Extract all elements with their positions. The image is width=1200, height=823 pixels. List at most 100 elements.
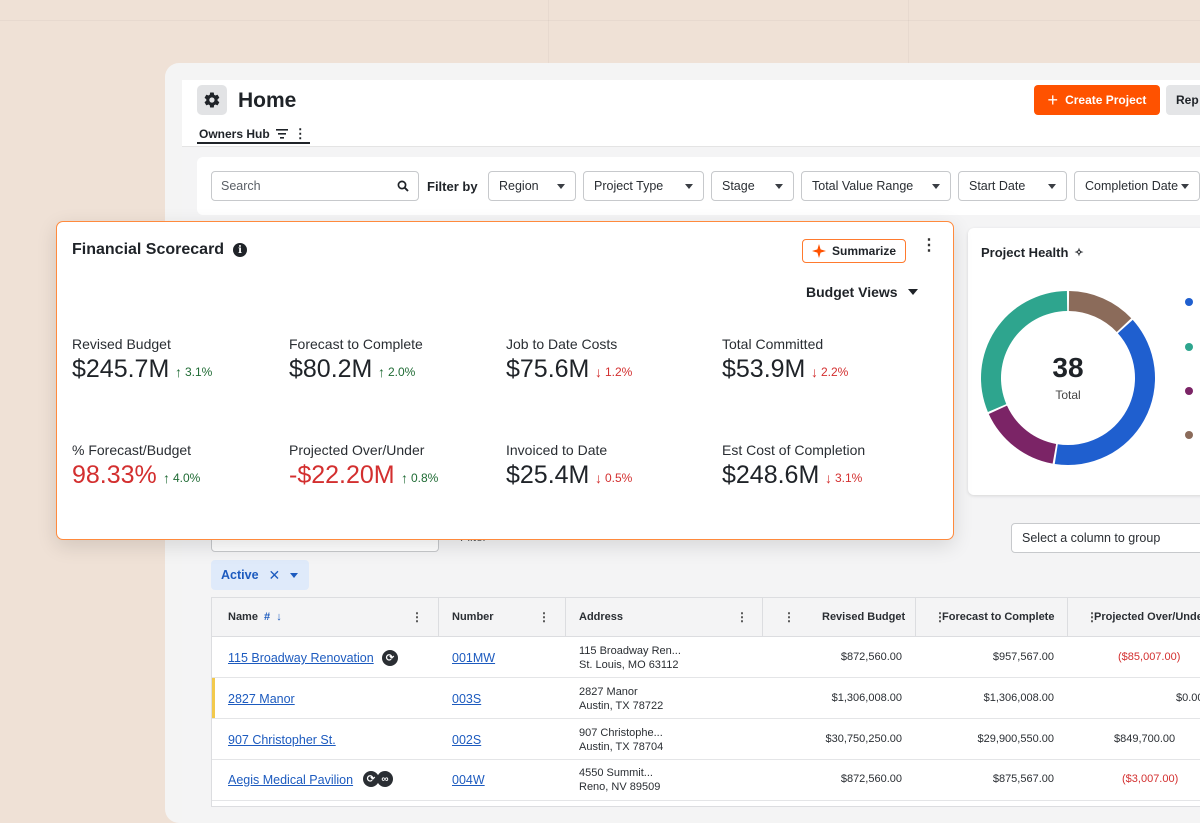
over-under-cell: ($85,007.00): [1118, 651, 1181, 663]
column-header-projected-over-under[interactable]: Projected Over/Under: [1094, 611, 1200, 623]
chevron-down-icon: [1181, 183, 1189, 189]
forecast-cell: $29,900,550.00: [977, 733, 1054, 745]
delta-value: 2.2%: [821, 365, 849, 379]
project-health-title: Project Health ✧: [981, 245, 1084, 260]
region-dropdown[interactable]: Region: [488, 171, 576, 201]
metric-label: Projected Over/Under: [289, 442, 425, 458]
metric-label: Invoiced to Date: [506, 442, 608, 458]
metric-value: $80.2M: [289, 355, 373, 383]
legend-dot: [1185, 431, 1193, 439]
dropdown-label: Project Type: [594, 179, 664, 193]
completion-date-dropdown[interactable]: Completion Date: [1074, 171, 1200, 201]
legend-dot: [1185, 343, 1193, 351]
delta-value: 4.0%: [173, 471, 201, 485]
scorecard-title: Financial Scorecard i: [72, 241, 248, 259]
metric-delta: ↑ 4.0%: [163, 470, 200, 486]
donut-total-label: Total: [1055, 388, 1081, 402]
forecast-cell: $875,567.00: [992, 773, 1054, 785]
chip-label: Active: [221, 568, 259, 582]
column-divider: [438, 598, 439, 636]
donut-total-value: 38: [1052, 352, 1084, 383]
address-line2: St. Louis, MO 63112: [579, 659, 679, 671]
column-header-number[interactable]: Number: [452, 611, 494, 623]
metric-delta: ↓ 1.2%: [595, 364, 632, 380]
total-value-range-dropdown[interactable]: Total Value Range: [801, 171, 951, 201]
chevron-down-icon: [775, 183, 783, 189]
project-type-dropdown[interactable]: Project Type: [583, 171, 704, 201]
group-by-select[interactable]: Select a column to group: [1011, 523, 1200, 553]
delta-value: 2.0%: [388, 365, 416, 379]
active-filter-chip[interactable]: Active ✕: [211, 560, 309, 590]
dropdown-label: Start Date: [969, 179, 1026, 193]
address-line1: 115 Broadway Ren...: [579, 645, 681, 657]
revised-budget-cell: $872,560.00: [840, 773, 902, 785]
donut-segment[interactable]: [1068, 291, 1132, 333]
dropdown-label: Stage: [722, 179, 755, 193]
arrow-down-icon: ↓: [595, 364, 602, 380]
link-icon: ∞: [377, 771, 393, 787]
summarize-button[interactable]: Summarize: [802, 239, 906, 263]
column-divider: [762, 598, 763, 636]
kebab-icon[interactable]: ⋮: [411, 610, 423, 624]
kebab-icon[interactable]: ⋮: [921, 238, 937, 254]
summarize-label: Summarize: [831, 244, 897, 258]
project-name-link[interactable]: Aegis Medical Pavilion: [228, 773, 353, 787]
kebab-icon[interactable]: ⋮: [294, 126, 307, 142]
sparkle-icon: [811, 244, 826, 258]
arrow-down-icon[interactable]: ↓: [276, 611, 282, 623]
metric-label: Job to Date Costs: [506, 336, 618, 352]
project-number-link[interactable]: 002S: [452, 733, 481, 747]
chevron-down-icon: [907, 289, 918, 295]
revised-budget-cell: $30,750,250.00: [825, 733, 902, 745]
address-line1: 2827 Manor: [579, 686, 638, 698]
kebab-icon[interactable]: ⋮: [783, 610, 795, 624]
project-name-link[interactable]: 115 Broadway Renovation: [228, 651, 374, 665]
column-label: Name: [228, 611, 258, 623]
project-name-link[interactable]: 907 Christopher St.: [228, 733, 336, 747]
sync-icon: ⟳: [382, 650, 398, 666]
metric-value: $25.4M: [506, 461, 590, 489]
chevron-down-icon: [685, 183, 693, 189]
tab-label: Owners Hub: [199, 127, 270, 141]
filter-by-label: Filter by: [427, 179, 478, 194]
start-date-dropdown[interactable]: Start Date: [958, 171, 1067, 201]
chevron-down-icon[interactable]: [290, 572, 299, 578]
info-icon[interactable]: i: [233, 243, 248, 257]
tab-owners-hub[interactable]: Owners Hub ⋮: [199, 125, 315, 143]
metric-label: % Forecast/Budget: [72, 442, 192, 458]
budget-views-label: Budget Views: [806, 284, 898, 300]
column-header-forecast[interactable]: Forecast to Complete: [942, 611, 1054, 623]
kebab-icon[interactable]: ⋮: [538, 610, 550, 624]
close-icon[interactable]: ✕: [269, 567, 281, 584]
filter-lines-icon[interactable]: [275, 129, 288, 139]
delta-value: 0.8%: [411, 471, 439, 485]
metric-label: Est Cost of Completion: [722, 442, 866, 458]
metric-value: $75.6M: [506, 355, 590, 383]
address-line2: Austin, TX 78722: [579, 700, 664, 712]
column-header-address[interactable]: Address: [579, 611, 623, 623]
column-header-revised-budget[interactable]: Revised Budget: [822, 611, 905, 623]
arrow-down-icon: ↓: [811, 364, 818, 380]
over-under-cell: $849,700.00: [1114, 733, 1176, 745]
plus-icon: +: [1047, 90, 1059, 110]
metric-delta: ↓ 2.2%: [811, 364, 848, 380]
column-header-name[interactable]: Name # ↓: [228, 611, 282, 623]
project-name-link[interactable]: 2827 Manor: [228, 692, 295, 706]
settings-button[interactable]: [197, 85, 227, 115]
metric-value: $53.9M: [722, 355, 806, 383]
metric-delta: ↑ 2.0%: [378, 364, 415, 380]
reports-label: Rep: [1176, 93, 1199, 107]
project-number-link[interactable]: 004W: [452, 773, 485, 787]
sparkle-icon: ✧: [1074, 247, 1084, 259]
stage-dropdown[interactable]: Stage: [711, 171, 794, 201]
project-number-link[interactable]: 003S: [452, 692, 481, 706]
arrow-up-icon: ↑: [378, 364, 385, 380]
reports-button[interactable]: Rep: [1166, 85, 1200, 115]
donut-segment[interactable]: [988, 405, 1057, 464]
project-number-link[interactable]: 001MW: [452, 651, 495, 665]
create-project-button[interactable]: + Create Project: [1034, 85, 1160, 115]
kebab-icon[interactable]: ⋮: [736, 610, 748, 624]
over-under-cell: ($3,007.00): [1122, 773, 1179, 785]
budget-views-dropdown[interactable]: Budget Views: [806, 284, 918, 300]
search-input[interactable]: Search: [211, 171, 419, 201]
